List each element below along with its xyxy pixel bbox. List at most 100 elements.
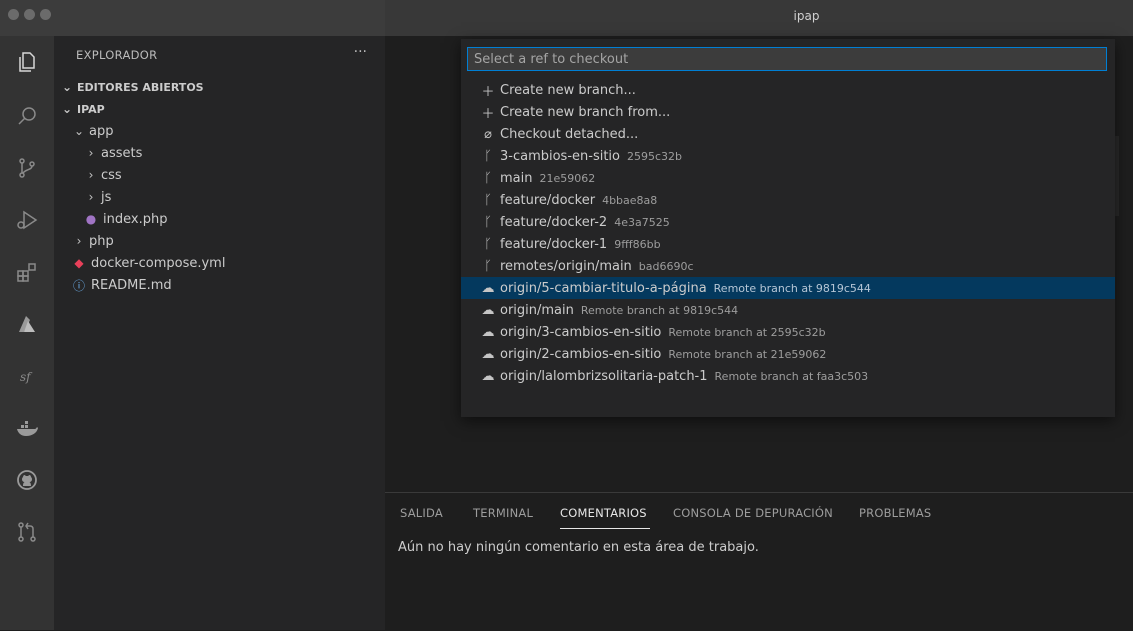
chevron-right-icon: › [88,146,94,160]
symfony-icon[interactable]: sf [0,356,54,396]
chevron-down-icon: ⌄ [73,124,85,138]
plus-icon: ＋ [481,84,495,100]
chevron-right-icon: › [88,168,94,182]
cloud-icon: ☁ [481,302,495,318]
branch-icon: ᚴ [484,236,492,252]
window-title: ipap [793,9,820,23]
ref-label: origin/main [500,302,574,318]
explorer-sidebar: EXPLORADOR ··· ⌄ EDITORES ABIERTOS ⌄ IPAP ⌄ a… [54,36,385,630]
ref-item[interactable]: ᚴ feature/docker 4bbae8a8 [461,189,1115,211]
tree-item[interactable]: ◆ docker-compose.yml [54,252,403,274]
ref-label: origin/lalombrizsolitaria-patch-1 [500,368,708,384]
tree-item[interactable]: ⌄ IPAP [54,98,391,120]
ref-label: 3-cambios-en-sitio [500,148,620,164]
tree-item-label: index.php [103,211,168,227]
chevron-right-icon: › [88,190,94,204]
ref-item[interactable]: ᚴ main 21e59062 [461,167,1115,189]
ref-description: 4e3a7525 [614,215,670,229]
ref-item[interactable]: ᚴ remotes/origin/main bad6690c [461,255,1115,277]
active-tab-indicator [560,528,650,529]
explorer-icon[interactable] [0,42,54,82]
ref-description: 4bbae8a8 [602,193,658,207]
ref-item[interactable]: ☁ origin/lalombrizsolitaria-patch-1 Remote… [461,365,1115,387]
panel-tab[interactable]: COMENTARIOS [560,506,647,520]
branch-icon: ᚴ [484,148,492,164]
tree-item[interactable]: ⓘ README.md [54,274,403,296]
panel-tab[interactable]: PROBLEMAS [859,506,931,520]
tree-item[interactable]: › css [54,164,415,186]
ref-search-input[interactable] [467,47,1107,71]
tree-item-label: EDITORES ABIERTOS [77,80,204,94]
checkout-quick-pick: ＋ Create new branch... ＋ Create new branch … [461,39,1115,417]
extensions-icon[interactable] [0,252,54,292]
run-debug-icon[interactable] [0,200,54,240]
svg-text:sf: sf [20,370,33,384]
activity-bar: sf [0,36,54,630]
ref-label: remotes/origin/main [500,258,632,274]
tree-item[interactable]: ⌄ EDITORES ABIERTOS [54,76,391,98]
panel-tab[interactable]: CONSOLA DE DEPURACIÓN [673,506,833,520]
docker-icon[interactable] [0,408,54,448]
ref-label: Create new branch from... [500,104,671,120]
chevron-down-icon: ⌄ [61,102,73,116]
ref-item[interactable]: ☁ origin/3-cambios-en-sitio Remote branch … [461,321,1115,343]
ref-item[interactable]: ᚴ feature/docker-2 4e3a7525 [461,211,1115,233]
ref-item[interactable]: ☁ origin/5-cambiar-titulo-a-página Remote … [461,277,1115,299]
tree-item-label: IPAP [77,102,105,116]
ref-description: 9fff86bb [614,237,661,251]
tree-item-label: css [101,167,122,183]
tree-item-label: app [89,123,114,139]
panel-tab[interactable]: SALIDA [400,506,443,520]
branch-icon: ᚴ [484,258,492,274]
ref-label: main [500,170,533,186]
ref-item[interactable]: ＋ Create new branch from... [461,101,1115,123]
panel-tab[interactable]: TERMINAL [473,506,533,520]
ref-item[interactable]: ᚴ feature/docker-1 9fff86bb [461,233,1115,255]
detached-icon: ⌀ [484,126,492,142]
bottom-panel: SALIDA TERMINAL COMENTARIOS CONSOLA DE DEPU… [385,492,1133,631]
ref-item[interactable]: ☁ origin/main Remote branch at 9819c544 [461,299,1115,321]
branch-icon: ᚴ [484,192,492,208]
ref-description: bad6690c [638,259,694,273]
ref-item[interactable]: ☁ origin/2-cambios-en-sitio Remote branch … [461,343,1115,365]
tree-item[interactable]: › php [54,230,403,252]
chevron-down-icon: ⌄ [61,80,73,94]
cloud-icon: ☁ [481,324,495,340]
cloud-icon: ☁ [481,280,495,296]
ref-description: Remote branch at 9819c544 [713,281,871,295]
explorer-title: EXPLORADOR [76,48,158,62]
tree-item-label: docker-compose.yml [91,255,226,271]
tree-item[interactable]: › js [54,186,415,208]
ref-description: Remote branch at 21e59062 [668,347,827,361]
more-actions-button[interactable]: ··· [354,44,367,60]
title-bar: ipap [0,0,1133,36]
tree-item-label: assets [101,145,143,161]
tree-item-label: php [89,233,114,249]
source-control-icon[interactable] [0,148,54,188]
pull-request-icon[interactable] [0,512,54,552]
ref-description: 21e59062 [539,171,596,185]
tree-item-label: js [101,189,112,205]
ref-label: feature/docker-2 [500,214,608,230]
ref-label: origin/2-cambios-en-sitio [500,346,662,362]
comments-empty-message: Aún no hay ningún comentario en esta áre… [398,540,759,555]
ref-item[interactable]: ＋ Create new branch... [461,79,1115,101]
tree-item[interactable]: ● index.php [54,208,415,230]
tree-item-label: README.md [91,277,172,293]
search-icon[interactable] [0,96,54,136]
docker-file-icon: ◆ [74,256,84,270]
cloud-icon: ☁ [481,368,495,384]
github-icon[interactable] [0,460,54,500]
branch-icon: ᚴ [484,170,492,186]
ref-item[interactable]: ⌀ Checkout detached... [461,123,1115,145]
cloud-icon: ☁ [481,346,495,362]
ref-description: Remote branch at faa3c503 [714,369,869,383]
ref-label: Create new branch... [500,82,636,98]
ref-description: Remote branch at 2595c32b [668,325,826,339]
php-icon: ● [85,212,97,226]
ref-item[interactable]: ᚴ 3-cambios-en-sitio 2595c32b [461,145,1115,167]
ref-list: ＋ Create new branch... ＋ Create new branch … [461,79,1115,387]
tree-item[interactable]: ⌄ app [54,120,403,142]
azure-icon[interactable] [0,304,54,344]
tree-item[interactable]: › assets [54,142,415,164]
